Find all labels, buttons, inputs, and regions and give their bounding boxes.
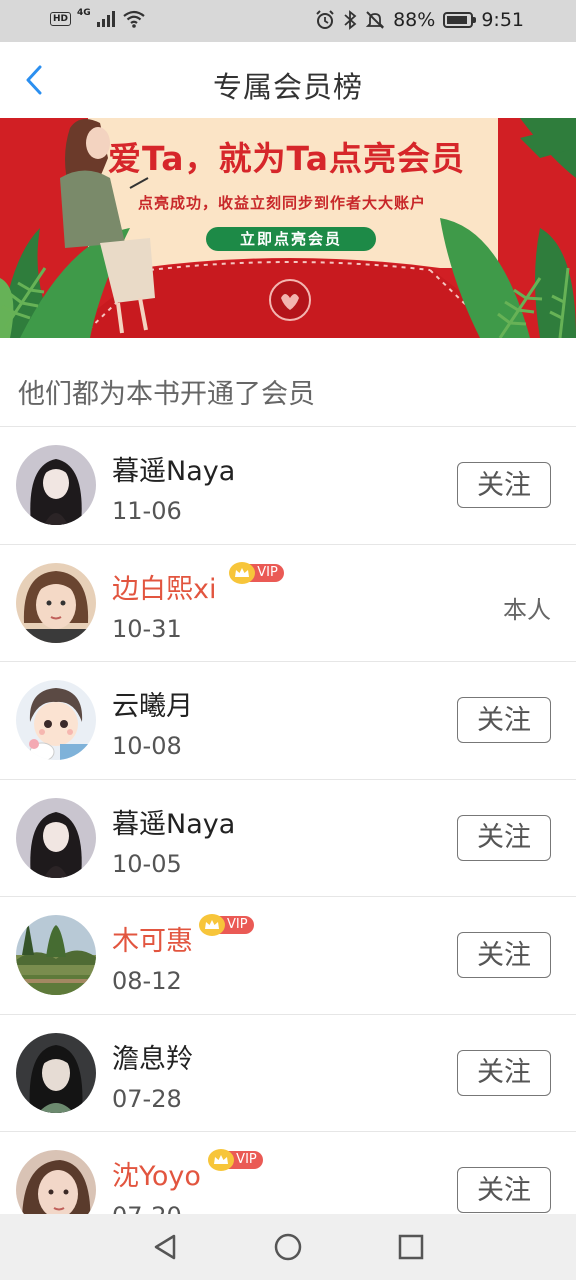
member-date: 10-05: [112, 849, 182, 878]
back-triangle-icon: [154, 1234, 176, 1260]
member-name[interactable]: 沈Yoyo: [112, 1154, 201, 1193]
mute-icon: [365, 11, 385, 29]
network-type: 4G: [77, 8, 91, 18]
vip-crown: [229, 561, 256, 584]
member-date: 10-31: [112, 614, 182, 643]
avatar[interactable]: [16, 797, 96, 878]
hd-icon: HD: [50, 12, 72, 26]
nav-back-button[interactable]: [150, 1232, 180, 1262]
vip-badge: VIP: [199, 914, 254, 936]
member-name[interactable]: 云曦月: [112, 684, 193, 723]
wifi-icon: [122, 10, 145, 28]
header: 专属会员榜: [0, 42, 576, 118]
avatar[interactable]: [16, 680, 96, 760]
avatar[interactable]: [16, 1032, 96, 1113]
battery-icon: [443, 12, 477, 28]
member-date: 07-28: [112, 1084, 182, 1113]
nav-recent-button[interactable]: [396, 1232, 426, 1262]
vip-badge: VIP: [229, 561, 284, 584]
banner-subtitle: 点亮成功，收益立刻同步到作者大大账户: [138, 194, 427, 212]
member-date: 11-06: [112, 497, 182, 525]
crown-icon: [214, 1155, 229, 1164]
avatar[interactable]: [16, 562, 96, 643]
battery-percent: 88%: [393, 9, 436, 31]
member-name[interactable]: 澹息羚: [112, 1037, 193, 1076]
bluetooth-icon: [344, 10, 357, 30]
page-title: 专属会员榜: [212, 70, 363, 104]
member-list[interactable]: 暮遥Naya 11-06 关注 边白熙xi VIP 10-31 本人 云曦月 10-08 关注 暮遥…: [0, 426, 576, 1214]
member-row[interactable]: 边白熙xi VIP 10-31 本人: [0, 545, 576, 662]
section-title: 他们都为本书开通了会员: [18, 379, 315, 410]
status-left: HD 4G: [50, 8, 145, 28]
recent-square-icon: [398, 1234, 424, 1260]
banner-title: 爱Ta，就为Ta点亮会员: [108, 139, 466, 178]
follow-button[interactable]: 关注: [457, 1167, 551, 1213]
vip-badge: VIP: [208, 1149, 263, 1171]
member-name[interactable]: 暮遥Naya: [112, 449, 235, 488]
member-row[interactable]: 沈Yoyo VIP 07-20 关注: [0, 1132, 576, 1214]
vip-crown: [199, 914, 225, 936]
member-row[interactable]: 暮遥Naya 10-05 关注: [0, 780, 576, 897]
system-nav-bar: [0, 1214, 576, 1280]
follow-button[interactable]: 关注: [457, 814, 551, 861]
status-bar: HD 4G 88% 9:51: [0, 0, 576, 42]
crown-icon: [235, 567, 250, 577]
follow-button[interactable]: 关注: [457, 932, 551, 978]
member-row[interactable]: 木可惠 VIP 08-12 关注: [0, 897, 576, 1015]
vip-crown: [208, 1149, 235, 1171]
nav-home-button[interactable]: [273, 1232, 303, 1262]
follow-button[interactable]: 关注: [457, 697, 551, 743]
member-date: 10-08: [112, 732, 182, 760]
activate-membership-button[interactable]: 立即点亮会员: [206, 227, 376, 251]
avatar[interactable]: [16, 915, 96, 995]
clock: 9:51: [481, 9, 524, 31]
promo-banner[interactable]: 爱Ta，就为Ta点亮会员 点亮成功，收益立刻同步到作者大大账户 立即点亮会员: [0, 118, 576, 338]
follow-button[interactable]: 关注: [457, 462, 551, 508]
member-row[interactable]: 澹息羚 07-28 关注: [0, 1015, 576, 1132]
self-label: 本人: [503, 595, 551, 624]
crown-icon: [205, 920, 219, 929]
follow-button[interactable]: 关注: [457, 1049, 551, 1096]
home-circle-icon: [274, 1233, 302, 1261]
alarm-icon: [316, 10, 334, 29]
member-row[interactable]: 云曦月 10-08 关注: [0, 662, 576, 780]
member-name[interactable]: 木可惠: [112, 919, 193, 958]
member-name[interactable]: 边白熙xi: [112, 567, 216, 606]
member-name[interactable]: 暮遥Naya: [112, 802, 235, 841]
avatar[interactable]: [16, 1150, 96, 1214]
member-date: 07-20: [112, 1202, 182, 1214]
member-row[interactable]: 暮遥Naya 11-06 关注: [0, 427, 576, 545]
member-date: 08-12: [112, 967, 182, 995]
battery-fill: [447, 16, 467, 24]
signal-icon: [96, 11, 115, 27]
status-right: 88% 9:51: [315, 9, 524, 31]
avatar[interactable]: [16, 445, 96, 525]
